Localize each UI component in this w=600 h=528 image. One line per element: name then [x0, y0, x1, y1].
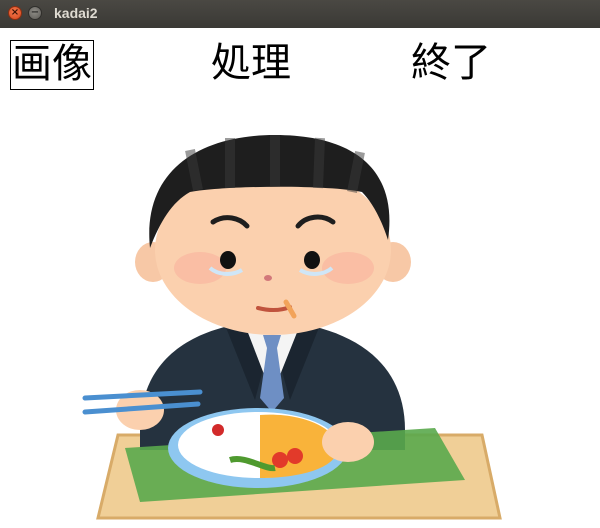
menu-item-process[interactable]: 処理 [211, 40, 291, 88]
menu-item-quit[interactable]: 終了 [411, 40, 491, 88]
minimize-button[interactable]: − [28, 6, 42, 20]
close-icon: × [10, 7, 20, 18]
close-button[interactable]: × [8, 6, 22, 20]
displayed-image [82, 135, 502, 520]
window-titlebar[interactable]: × − kadai2 [0, 0, 600, 28]
menu-item-image[interactable]: 画像 [10, 40, 94, 90]
window-title: kadai2 [54, 5, 98, 21]
minimize-icon: − [30, 7, 40, 18]
